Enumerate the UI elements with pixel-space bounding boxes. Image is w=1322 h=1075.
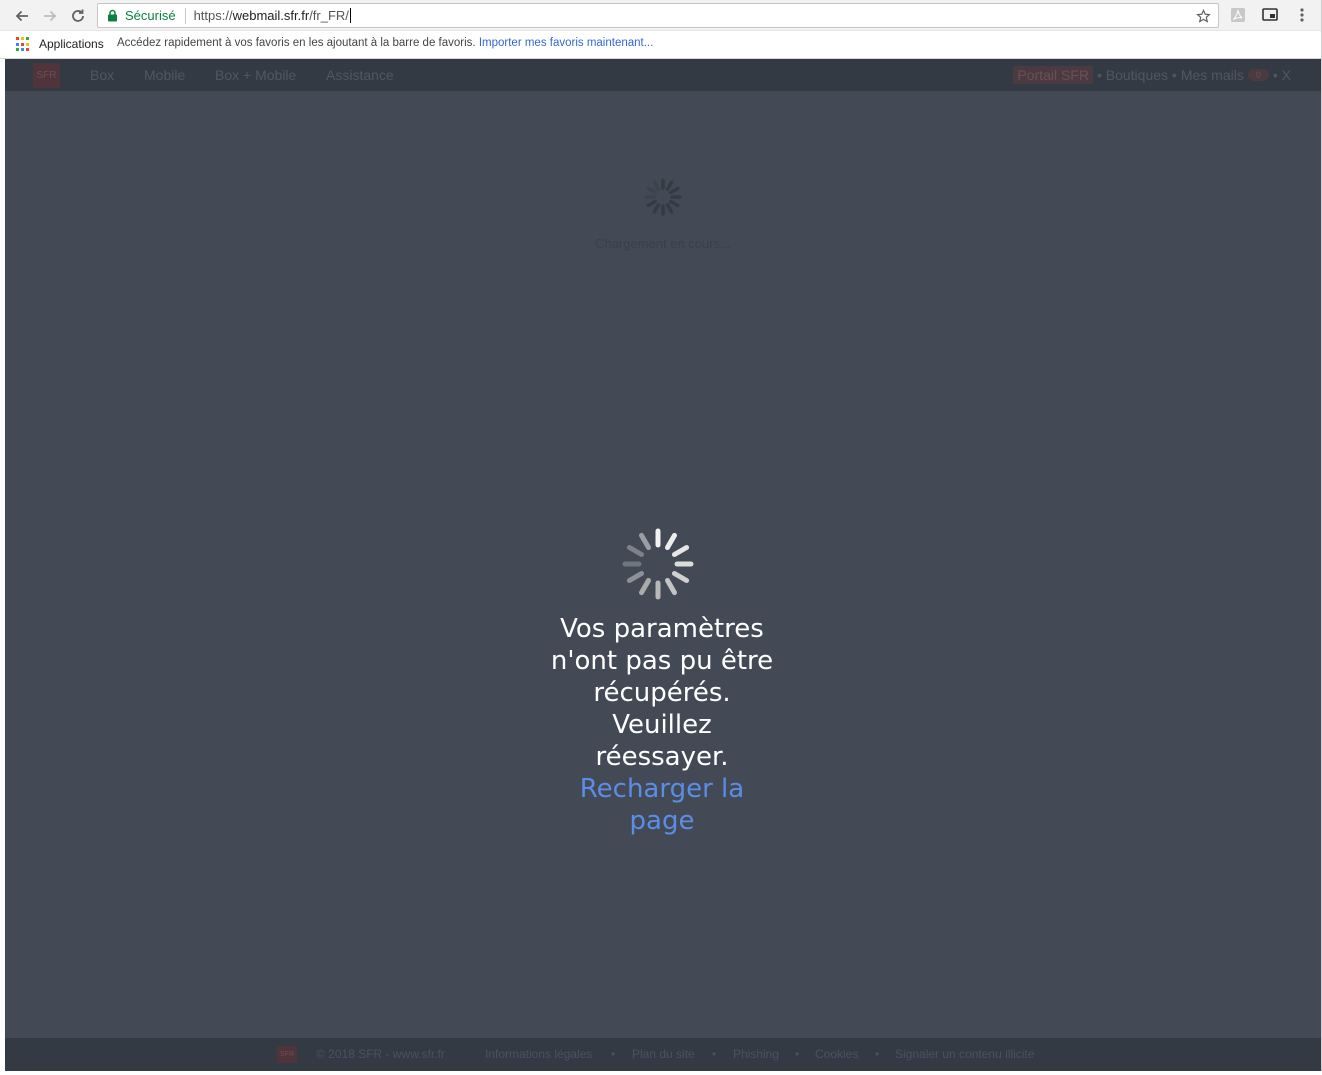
window-bottom-edge	[0, 1071, 1322, 1075]
background-loading-text: Chargement en cours...	[595, 236, 731, 251]
footer-link-signaler[interactable]: Signaler un contenu illicite	[895, 1047, 1034, 1061]
boutiques-link[interactable]: • Boutiques •	[1097, 67, 1177, 83]
portail-sfr-link[interactable]: Portail SFR	[1013, 66, 1093, 84]
forward-button[interactable]	[38, 4, 62, 28]
nav-item-box[interactable]: Box	[90, 67, 114, 83]
url-path: /fr_FR/	[309, 8, 349, 23]
browser-chrome: Sécurisé https:// webmail.sfr.fr /fr_FR/	[0, 0, 1322, 59]
apps-grid-icon[interactable]	[16, 37, 31, 52]
footer-sfr-logo[interactable]: SFR	[277, 1046, 297, 1063]
security-label[interactable]: Sécurisé	[125, 8, 176, 23]
close-topnav-button[interactable]: • X	[1273, 67, 1291, 83]
nav-item-box-mobile[interactable]: Box + Mobile	[215, 67, 296, 83]
nav-item-mobile[interactable]: Mobile	[144, 67, 185, 83]
footer-link-phishing[interactable]: Phishing	[733, 1047, 779, 1061]
browser-toolbar: Sécurisé https:// webmail.sfr.fr /fr_FR/	[0, 0, 1322, 31]
sfr-top-navigation: SFR Box Mobile Box + Mobile Assistance P…	[5, 59, 1321, 91]
footer-separator: •	[875, 1047, 880, 1061]
bookmark-star-icon[interactable]	[1194, 7, 1212, 25]
mes-mails-link[interactable]: Mes mails	[1181, 67, 1244, 83]
footer-copyright[interactable]: © 2018 SFR - www.sfr.fr	[316, 1047, 445, 1061]
webmail-page: SFR Box Mobile Box + Mobile Assistance P…	[5, 59, 1321, 1071]
url-scheme: https://	[193, 8, 233, 23]
nav-item-assistance[interactable]: Assistance	[326, 67, 394, 83]
refresh-icon	[72, 9, 84, 22]
sfr-footer: SFR © 2018 SFR - www.sfr.fr Informations…	[5, 1038, 1321, 1071]
footer-link-informations-legales[interactable]: Informations légales	[485, 1047, 592, 1061]
loading-spinner-icon	[622, 528, 694, 600]
footer-separator: •	[712, 1047, 717, 1061]
bookmarks-bar: Applications Accédez rapidement à vos fa…	[0, 31, 1322, 59]
nav-right-links: Portail SFR • Boutiques • Mes mails 0 • …	[1013, 66, 1291, 84]
back-button[interactable]	[10, 4, 34, 28]
menu-dots-icon[interactable]	[1293, 6, 1311, 24]
text-caret	[349, 8, 351, 23]
mail-count-badge: 0	[1247, 69, 1269, 81]
apps-shortcut[interactable]: Applications	[39, 37, 104, 51]
bookmarks-hint-text: Accédez rapidement à vos favoris en les …	[117, 37, 476, 49]
reload-button[interactable]	[66, 4, 90, 28]
error-message: Vos paramètres n'ont pas pu être récupér…	[545, 613, 779, 837]
cast-icon[interactable]	[1261, 6, 1279, 24]
reload-page-link[interactable]: Recharger la page	[545, 773, 779, 837]
footer-link-plan-du-site[interactable]: Plan du site	[632, 1047, 695, 1061]
sfr-logo[interactable]: SFR	[33, 63, 60, 88]
footer-separator: •	[795, 1047, 800, 1061]
pdf-extension-icon[interactable]	[1229, 6, 1247, 24]
arrow-left-icon	[15, 10, 28, 22]
bookmarks-hint: Accédez rapidement à vos favoris en les …	[117, 37, 653, 49]
import-bookmarks-link[interactable]: Importer mes favoris maintenant...	[479, 37, 653, 49]
footer-link-cookies[interactable]: Cookies	[815, 1047, 858, 1061]
arrow-right-icon	[44, 10, 57, 22]
lock-icon[interactable]	[107, 9, 119, 23]
footer-separator: •	[611, 1047, 616, 1061]
url-host: webmail.sfr.fr	[232, 8, 310, 23]
omnibox-divider	[184, 7, 186, 24]
address-bar[interactable]: Sécurisé https:// webmail.sfr.fr /fr_FR/	[97, 3, 1219, 28]
background-spinner-icon	[644, 178, 682, 216]
error-message-text: Vos paramètres n'ont pas pu être récupér…	[550, 614, 774, 772]
